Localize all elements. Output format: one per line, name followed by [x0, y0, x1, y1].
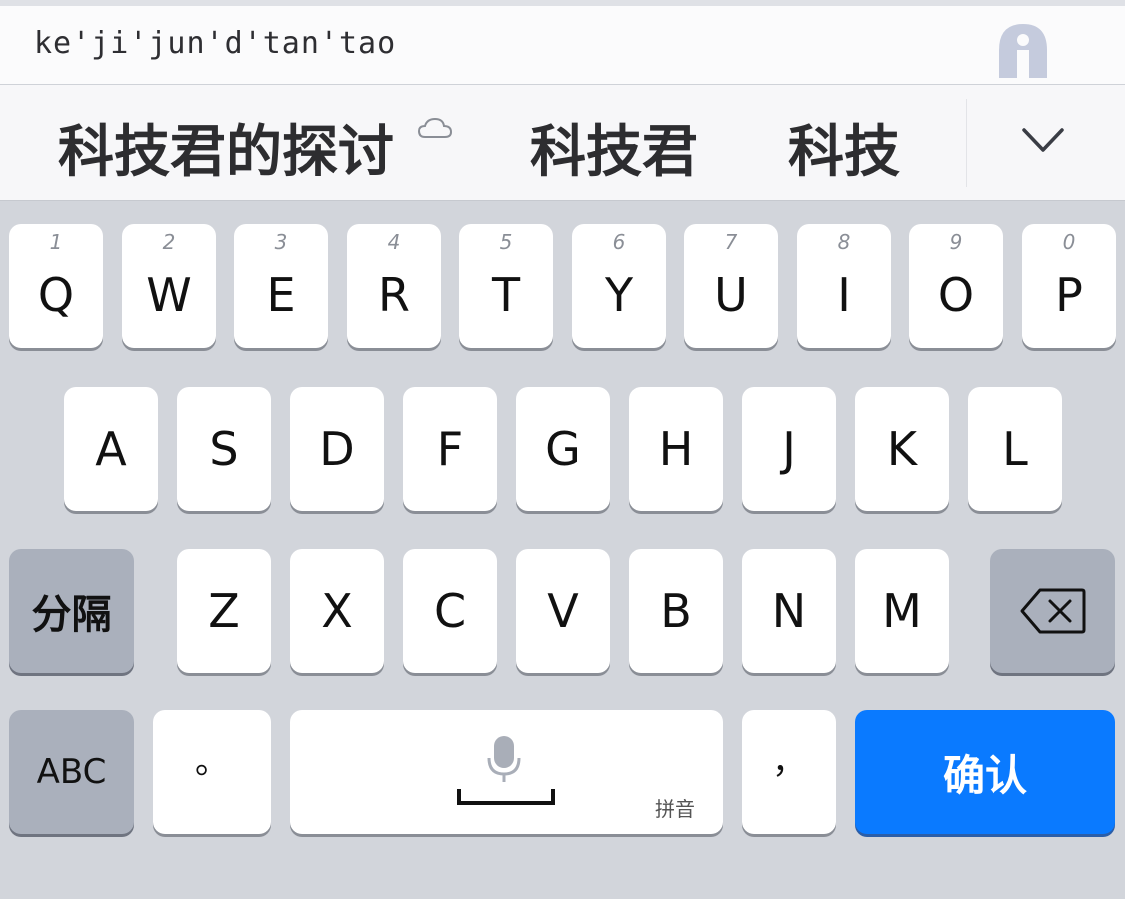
key-b[interactable]: B	[629, 549, 723, 673]
key-e[interactable]: 3 E	[234, 224, 328, 348]
key-l[interactable]: L	[968, 387, 1062, 511]
candidate-3[interactable]: 科技	[788, 107, 900, 188]
key-i[interactable]: 8 I	[797, 224, 891, 348]
key-m[interactable]: M	[855, 549, 949, 673]
microphone-icon	[487, 736, 521, 782]
key-o[interactable]: 9 O	[909, 224, 1003, 348]
key-v[interactable]: V	[516, 549, 610, 673]
separator-key[interactable]: 分隔	[9, 549, 134, 673]
key-c[interactable]: C	[403, 549, 497, 673]
key-a[interactable]: A	[64, 387, 158, 511]
abc-key[interactable]: ABC	[9, 710, 134, 834]
candidate-bar: 科技君的探讨 科技君 科技	[0, 85, 1125, 201]
key-g[interactable]: G	[516, 387, 610, 511]
candidate-2[interactable]: 科技君	[530, 107, 698, 188]
key-z[interactable]: Z	[177, 549, 271, 673]
key-s[interactable]: S	[177, 387, 271, 511]
delete-key[interactable]	[990, 549, 1115, 673]
space-sublabel: 拼音	[655, 797, 695, 821]
candidate-divider	[966, 99, 967, 187]
key-t[interactable]: 5 T	[459, 224, 553, 348]
key-y[interactable]: 6 Y	[572, 224, 666, 348]
key-r[interactable]: 4 R	[347, 224, 441, 348]
composition-bar: ke'ji'jun'd'tan'tao	[0, 6, 1125, 85]
key-w[interactable]: 2 W	[122, 224, 216, 348]
cloud-icon	[418, 117, 452, 138]
key-k[interactable]: K	[855, 387, 949, 511]
confirm-button[interactable]: 确认	[855, 710, 1115, 834]
key-p[interactable]: 0 P	[1022, 224, 1116, 348]
key-n[interactable]: N	[742, 549, 836, 673]
space-bar-icon	[457, 789, 555, 805]
key-h[interactable]: H	[629, 387, 723, 511]
pinyin-composition: ke'ji'jun'd'tan'tao	[34, 26, 397, 61]
period-key[interactable]: 。	[153, 710, 271, 834]
key-d[interactable]: D	[290, 387, 384, 511]
hand-assist-icon[interactable]	[995, 20, 1051, 78]
key-j[interactable]: J	[742, 387, 836, 511]
key-f[interactable]: F	[403, 387, 497, 511]
space-key[interactable]: 拼音	[290, 710, 723, 834]
key-q[interactable]: 1 Q	[9, 224, 103, 348]
chevron-down-icon[interactable]	[1020, 124, 1066, 158]
backspace-icon	[1020, 588, 1085, 634]
key-u[interactable]: 7 U	[684, 224, 778, 348]
key-x[interactable]: X	[290, 549, 384, 673]
candidate-1[interactable]: 科技君的探讨	[58, 107, 394, 188]
comma-key[interactable]: ，	[742, 710, 836, 834]
